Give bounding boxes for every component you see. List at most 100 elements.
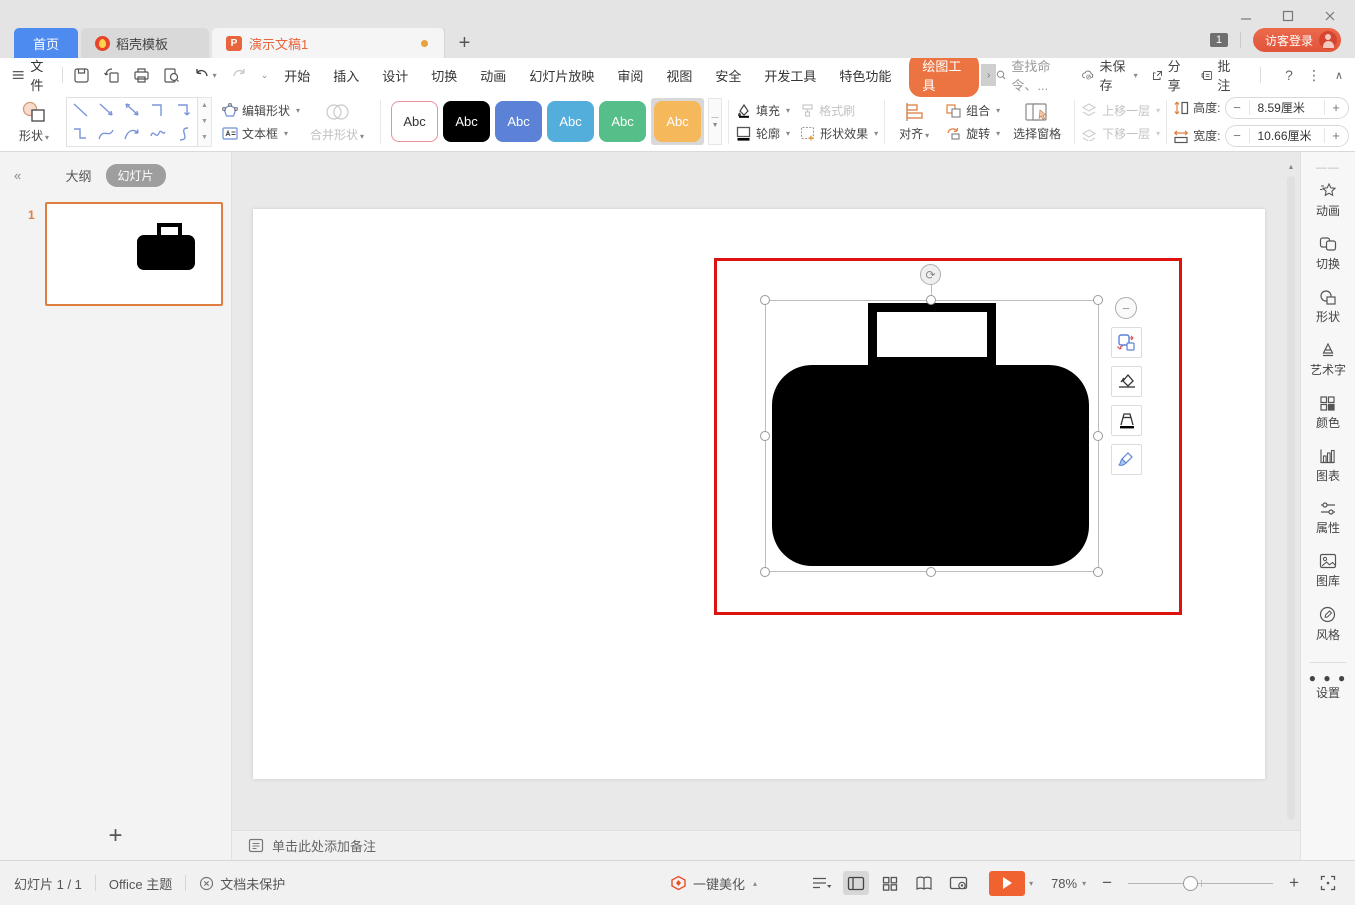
collapse-ribbon-icon[interactable]: ∧: [1335, 69, 1343, 82]
resize-handle-ne[interactable]: [1093, 295, 1103, 305]
menu-start[interactable]: 开始: [284, 66, 310, 85]
gallery-elbow-arrow[interactable]: [171, 98, 197, 122]
slideshow-play-button[interactable]: [989, 871, 1025, 896]
export-button[interactable]: [103, 67, 120, 84]
shape-style-more-icon[interactable]: —▼: [708, 98, 722, 145]
menu-animation[interactable]: 动画: [480, 66, 506, 85]
gallery-scroll-up-icon[interactable]: ▲: [198, 98, 211, 114]
save-button[interactable]: [73, 67, 90, 84]
menu-design[interactable]: 设计: [382, 66, 408, 85]
selection-pane-button[interactable]: 选择窗格: [1006, 102, 1068, 142]
close-icon[interactable]: [1317, 6, 1343, 26]
briefcase-shape-body[interactable]: [772, 365, 1089, 566]
slide-sorter-button[interactable]: [877, 871, 903, 895]
tab-template[interactable]: 稻壳模板: [81, 28, 209, 58]
normal-view-button-selected[interactable]: [843, 871, 869, 895]
gallery-arrow[interactable]: [93, 98, 119, 122]
shape-style-white[interactable]: Abc: [391, 101, 438, 142]
sidebar-grip-icon[interactable]: ——: [1316, 162, 1340, 174]
canvas-scrollbar[interactable]: ▲: [1284, 160, 1298, 820]
add-slide-button[interactable]: +: [0, 822, 231, 850]
minimize-icon[interactable]: [1233, 6, 1259, 26]
zoom-slider[interactable]: [1128, 873, 1273, 893]
sidebar-item-charts[interactable]: 图表: [1316, 448, 1340, 484]
tab-home[interactable]: 首页: [14, 28, 78, 58]
width-increase-button[interactable]: +: [1324, 128, 1348, 143]
rotation-handle[interactable]: ⟳: [920, 264, 941, 285]
one-click-beautify-button[interactable]: 一键美化 ▴: [670, 874, 757, 893]
gallery-scroll-down-icon[interactable]: ▼: [198, 114, 211, 130]
gallery-squiggle[interactable]: [145, 122, 171, 146]
tab-document[interactable]: P 演示文稿1: [212, 28, 444, 58]
document-count-badge[interactable]: 1: [1210, 33, 1228, 47]
sidebar-item-gallery[interactable]: 图库: [1316, 553, 1340, 589]
gallery-curve[interactable]: [93, 122, 119, 146]
more-options-icon[interactable]: ⋮: [1307, 67, 1321, 84]
sidebar-item-shapes[interactable]: 形状: [1316, 289, 1340, 325]
quick-access-more[interactable]: ⌄: [261, 70, 269, 81]
sidebar-item-transition[interactable]: 切换: [1316, 236, 1340, 272]
menu-security[interactable]: 安全: [715, 66, 741, 85]
shape-outline-button[interactable]: [1111, 405, 1142, 436]
sidebar-item-settings[interactable]: ● ● ● 设置: [1309, 675, 1347, 701]
zoom-out-button[interactable]: −: [1098, 873, 1116, 893]
slide-1-thumbnail[interactable]: [45, 202, 223, 306]
collapse-panel-icon[interactable]: «: [14, 168, 21, 183]
print-preview-button[interactable]: [163, 67, 180, 84]
gallery-double-arrow[interactable]: [119, 98, 145, 122]
resize-handle-n[interactable]: [926, 295, 936, 305]
shape-effects-button[interactable]: 形状效果▾: [800, 125, 878, 142]
help-icon[interactable]: ?: [1285, 67, 1293, 83]
file-menu-button[interactable]: 文件: [12, 56, 52, 94]
menu-special-features[interactable]: 特色功能: [839, 66, 891, 85]
gallery-s-curve[interactable]: [171, 122, 197, 146]
height-value[interactable]: 8.59厘米: [1250, 99, 1324, 116]
sidebar-item-properties[interactable]: 属性: [1316, 501, 1340, 536]
gallery-elbow-connector[interactable]: [145, 98, 171, 122]
width-value[interactable]: 10.66厘米: [1250, 127, 1324, 144]
command-search-input[interactable]: 查找命令、...: [996, 56, 1068, 94]
fit-to-window-button[interactable]: [1315, 871, 1341, 895]
theme-name[interactable]: Office 主题: [109, 874, 172, 893]
drawing-tools-next-icon[interactable]: ›: [981, 64, 995, 86]
print-button[interactable]: [133, 67, 150, 84]
sidebar-item-animation[interactable]: 动画: [1316, 182, 1340, 219]
document-protection[interactable]: 文档未保护: [199, 874, 285, 893]
presenter-view-button[interactable]: [945, 871, 971, 895]
comment-button[interactable]: 批注: [1201, 56, 1237, 94]
bring-forward-button-disabled[interactable]: 上移一层▾: [1081, 102, 1160, 119]
maximize-icon[interactable]: [1275, 6, 1301, 26]
sidebar-item-wordart[interactable]: 艺术字: [1310, 342, 1346, 378]
resize-handle-w[interactable]: [760, 431, 770, 441]
replace-shape-button[interactable]: [1111, 327, 1142, 358]
edit-shape-button[interactable]: 编辑形状▾: [222, 102, 300, 119]
text-box-button[interactable]: 文本框▾: [222, 125, 300, 142]
resize-handle-sw[interactable]: [760, 567, 770, 577]
guest-login-button[interactable]: 访客登录: [1253, 28, 1341, 52]
undo-button[interactable]: ▾: [193, 68, 217, 83]
drawing-tools-tab[interactable]: 绘图工具: [909, 53, 979, 97]
insert-shape-button[interactable]: 形状▾: [8, 100, 60, 144]
width-decrease-button[interactable]: −: [1226, 128, 1250, 143]
group-button[interactable]: 组合▾: [945, 102, 1000, 119]
style-brush-button[interactable]: [1111, 444, 1142, 475]
briefcase-shape-handle[interactable]: [868, 303, 996, 366]
zoom-level-button[interactable]: 78% ▾: [1051, 876, 1086, 891]
scrollbar-track[interactable]: [1287, 176, 1295, 820]
height-decrease-button[interactable]: −: [1226, 100, 1250, 115]
reading-view-button[interactable]: [911, 871, 937, 895]
format-painter-button-disabled[interactable]: 格式刷: [800, 102, 878, 119]
align-button[interactable]: 对齐▾: [891, 102, 937, 142]
height-increase-button[interactable]: +: [1324, 100, 1348, 115]
share-button[interactable]: 分享: [1152, 56, 1187, 94]
resize-handle-se[interactable]: [1093, 567, 1103, 577]
menu-review[interactable]: 审阅: [617, 66, 643, 85]
shape-style-lightblue[interactable]: Abc: [547, 101, 594, 142]
shape-style-black[interactable]: Abc: [443, 101, 490, 142]
shape-fill-button[interactable]: [1111, 366, 1142, 397]
play-options-caret[interactable]: ▾: [1029, 879, 1033, 888]
zoom-slider-thumb[interactable]: [1183, 876, 1198, 891]
shape-style-orange-selected[interactable]: Abc: [654, 101, 701, 142]
gallery-curved-arrow[interactable]: [119, 122, 145, 146]
redo-button-disabled[interactable]: [230, 68, 248, 83]
